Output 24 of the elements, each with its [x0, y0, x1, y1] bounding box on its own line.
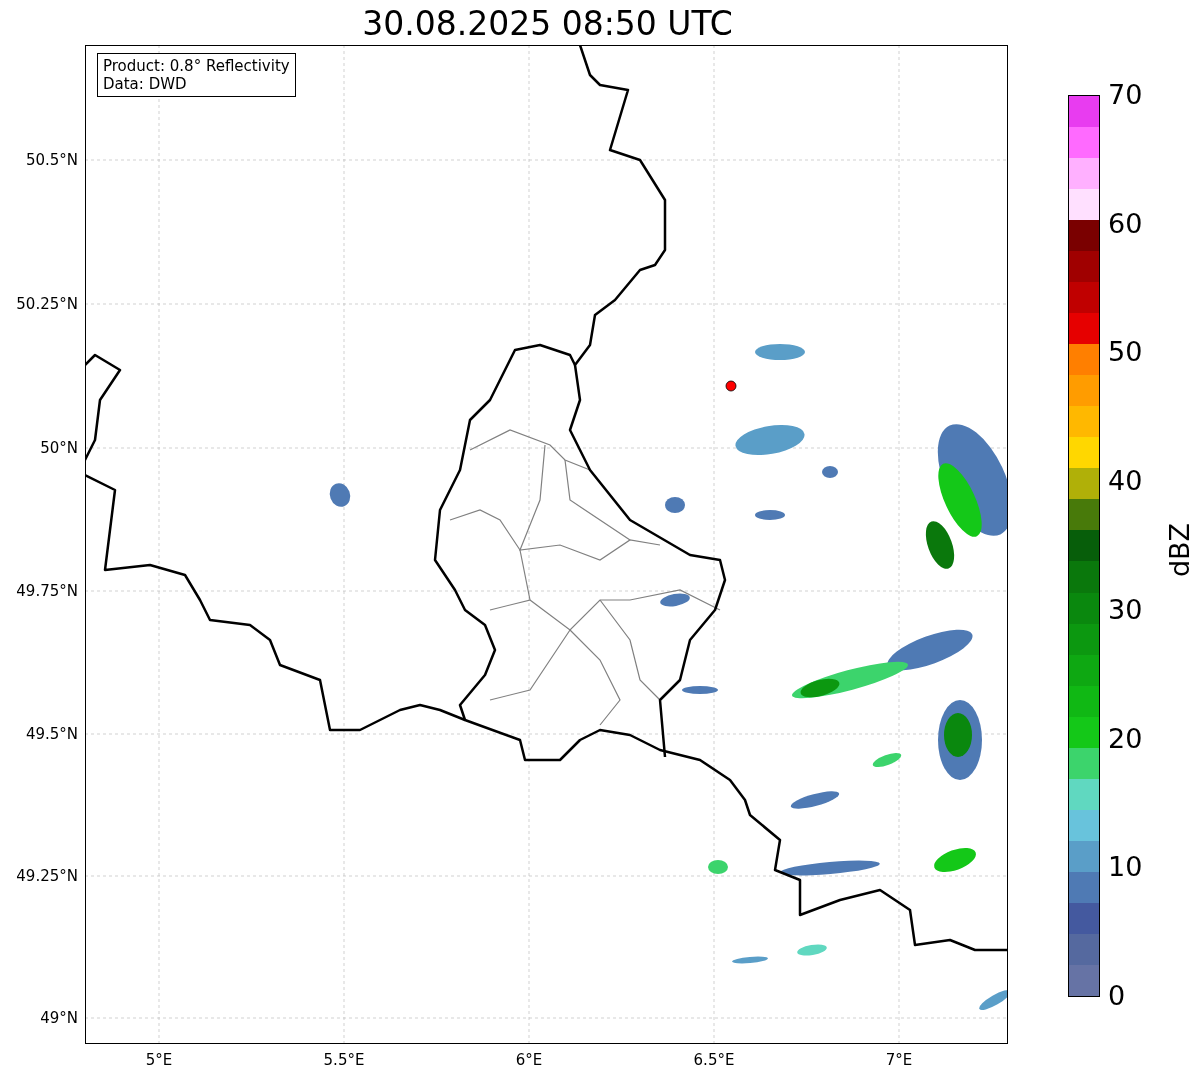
longitude-label: 7°E: [885, 1050, 913, 1070]
scale-tick-label: 10: [1108, 851, 1143, 884]
latitude-label: 50.5°N: [25, 150, 78, 170]
scale-tick-label: 40: [1108, 465, 1143, 498]
legend-text: Data: DWD: [103, 75, 188, 93]
scale-tick-label: 70: [1108, 79, 1143, 111]
scale-axis-label: dBZ: [1164, 522, 1196, 578]
scale-tick-label: 20: [1108, 722, 1143, 755]
longitude-label: 5.5°E: [323, 1050, 365, 1070]
scale-tick-label: 0: [1108, 980, 1126, 1012]
chart-title: 30.08.2025 08:50 UTC: [362, 4, 733, 44]
longitude-label: 6.5°E: [693, 1050, 735, 1070]
latitude-label: 49.25°N: [16, 866, 78, 886]
scale-tick-label: 60: [1108, 207, 1143, 240]
latitude-label: 50°N: [40, 438, 78, 458]
legend-text: Product: 0.8° Reflectivity: [103, 57, 290, 75]
latitude-label: 49°N: [40, 1008, 78, 1028]
longitude-label: 5°E: [145, 1050, 173, 1070]
longitude-label: 6°E: [515, 1050, 543, 1070]
latitude-label: 49.75°N: [16, 581, 78, 601]
latitude-label: 49.5°N: [25, 724, 78, 744]
latitude-label: 50.25°N: [16, 294, 78, 314]
scale-tick-label: 30: [1108, 593, 1143, 626]
scale-tick-label: 50: [1108, 336, 1143, 369]
